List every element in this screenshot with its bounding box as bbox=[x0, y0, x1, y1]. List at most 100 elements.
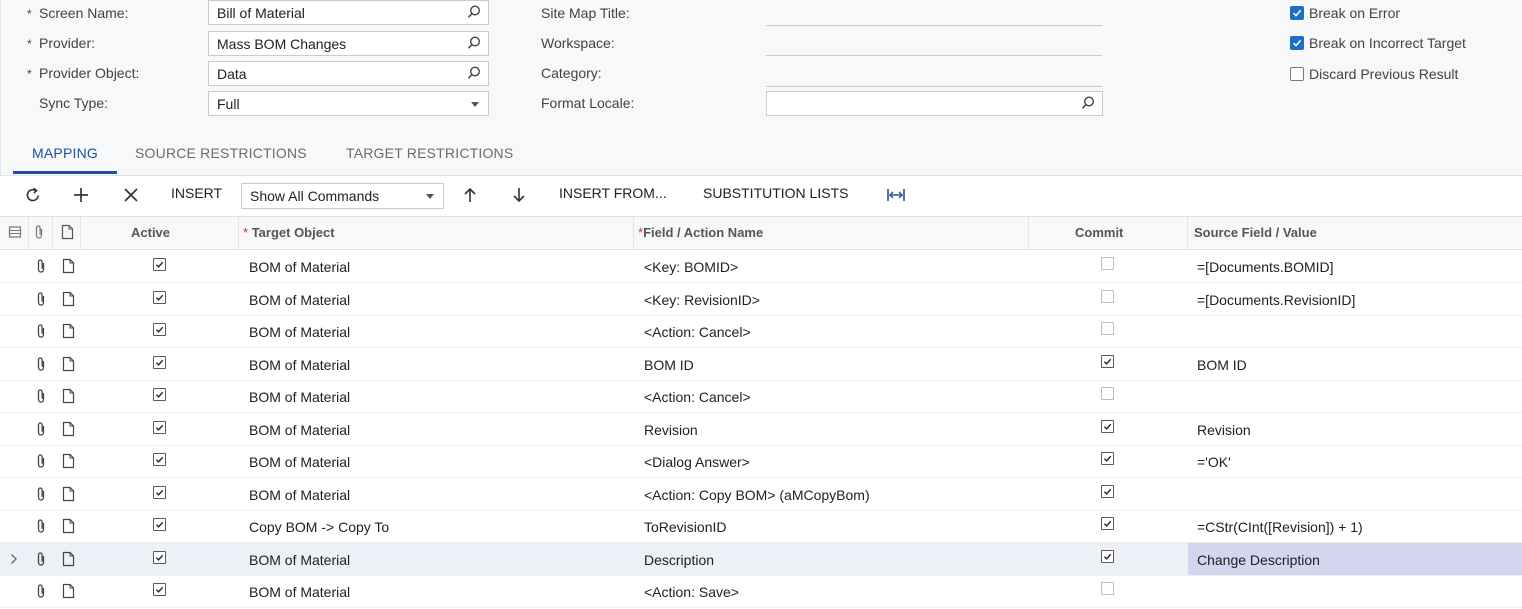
search-icon[interactable] bbox=[466, 35, 482, 51]
active-checkbox[interactable] bbox=[153, 258, 166, 271]
tab-target-restrictions[interactable]: TARGET RESTRICTIONS bbox=[346, 145, 513, 161]
source-field-value-cell[interactable]: =[Documents.RevisionID] bbox=[1197, 292, 1355, 308]
note-icon[interactable] bbox=[62, 421, 75, 437]
field-action-name-cell[interactable]: <Action: Save> bbox=[644, 584, 739, 600]
field-action-name-cell[interactable]: <Key: BOMID> bbox=[644, 259, 738, 275]
column-header-target-object[interactable]: * Target Object bbox=[243, 225, 335, 240]
arrow-down-icon[interactable] bbox=[510, 186, 528, 204]
target-object-cell[interactable]: BOM of Material bbox=[249, 552, 350, 568]
attachment-icon[interactable] bbox=[35, 551, 47, 567]
table-row[interactable]: BOM of Material Revision Revision bbox=[0, 413, 1522, 446]
attachment-icon[interactable] bbox=[35, 388, 47, 404]
discard-previous-result-checkbox[interactable]: Discard Previous Result bbox=[1290, 66, 1458, 82]
commit-checkbox[interactable] bbox=[1101, 354, 1114, 368]
column-header-active[interactable]: Active bbox=[131, 225, 170, 240]
commit-checkbox[interactable] bbox=[1101, 387, 1114, 400]
tab-mapping[interactable]: MAPPING bbox=[32, 145, 98, 161]
substitution-lists-button[interactable]: SUBSTITUTION LISTS bbox=[703, 185, 848, 201]
search-icon[interactable] bbox=[1080, 95, 1096, 111]
target-object-cell[interactable]: BOM of Material bbox=[249, 487, 350, 503]
table-row[interactable]: BOM of Material Description Change Descrip… bbox=[0, 542, 1522, 576]
field-action-name-cell[interactable]: <Key: RevisionID> bbox=[644, 292, 760, 308]
commit-checkbox[interactable] bbox=[1101, 289, 1114, 303]
table-row[interactable]: BOM of Material <Action: Save> bbox=[0, 575, 1522, 608]
active-checkbox[interactable] bbox=[153, 323, 166, 336]
attachment-icon[interactable] bbox=[35, 258, 47, 274]
refresh-icon[interactable] bbox=[24, 186, 42, 204]
commit-checkbox[interactable] bbox=[1101, 452, 1114, 465]
target-object-cell[interactable]: BOM of Material bbox=[249, 584, 350, 600]
attachment-icon[interactable] bbox=[35, 518, 47, 534]
column-header-source-field-value[interactable]: Source Field / Value bbox=[1194, 225, 1317, 240]
field-action-name-cell[interactable]: <Action: Cancel> bbox=[644, 389, 751, 405]
target-object-cell[interactable]: BOM of Material bbox=[249, 357, 350, 373]
commit-checkbox[interactable] bbox=[1101, 322, 1114, 335]
row-selector-icon[interactable] bbox=[8, 225, 22, 239]
table-row[interactable]: BOM of Material <Action: Cancel> bbox=[0, 380, 1522, 413]
active-checkbox[interactable] bbox=[153, 290, 166, 304]
column-header-commit[interactable]: Commit bbox=[1075, 225, 1123, 240]
active-checkbox[interactable] bbox=[153, 550, 166, 564]
note-icon[interactable] bbox=[62, 323, 75, 339]
source-field-value-cell[interactable]: =[Documents.BOMID] bbox=[1197, 259, 1334, 275]
source-field-value-cell[interactable]: BOM ID bbox=[1197, 357, 1247, 373]
note-icon[interactable] bbox=[62, 453, 75, 469]
commit-checkbox[interactable] bbox=[1101, 517, 1114, 530]
table-row[interactable]: BOM of Material <Key: BOMID> =[Documents.B… bbox=[0, 250, 1522, 283]
active-checkbox[interactable] bbox=[153, 518, 166, 531]
provider-field[interactable]: Mass BOM Changes bbox=[208, 31, 489, 56]
provider-object-field[interactable]: Data bbox=[208, 61, 489, 86]
source-field-value-cell[interactable]: Revision bbox=[1197, 422, 1251, 438]
field-action-name-cell[interactable]: <Action: Copy BOM> (aMCopyBom) bbox=[644, 487, 870, 503]
table-row[interactable]: BOM of Material <Dialog Answer> ='OK' bbox=[0, 445, 1522, 478]
commands-filter-select[interactable]: Show All Commands bbox=[241, 183, 444, 209]
table-row[interactable]: BOM of Material BOM ID BOM ID bbox=[0, 348, 1522, 381]
column-header-field-action-name[interactable]: *Field / Action Name bbox=[638, 225, 763, 240]
attachment-icon[interactable] bbox=[35, 583, 47, 599]
fit-columns-icon[interactable] bbox=[886, 186, 906, 204]
field-action-name-cell[interactable]: ToRevisionID bbox=[644, 519, 726, 535]
active-checkbox[interactable] bbox=[153, 420, 166, 434]
delete-row-icon[interactable] bbox=[122, 186, 140, 204]
source-field-value-cell[interactable]: Change Description bbox=[1197, 552, 1320, 568]
category-field[interactable] bbox=[766, 86, 1102, 87]
attachment-icon[interactable] bbox=[35, 421, 47, 437]
tab-source-restrictions[interactable]: SOURCE RESTRICTIONS bbox=[135, 145, 307, 161]
commit-checkbox[interactable] bbox=[1101, 419, 1114, 433]
note-icon[interactable] bbox=[62, 518, 75, 534]
search-icon[interactable] bbox=[466, 65, 482, 81]
source-field-value-cell[interactable]: =CStr(CInt([Revision]) + 1) bbox=[1197, 519, 1363, 535]
search-icon[interactable] bbox=[466, 4, 482, 20]
workspace-field[interactable] bbox=[766, 55, 1102, 56]
target-object-cell[interactable]: BOM of Material bbox=[249, 454, 350, 470]
note-icon[interactable] bbox=[62, 583, 75, 599]
target-object-cell[interactable]: Copy BOM -> Copy To bbox=[249, 519, 389, 535]
insert-from-button[interactable]: INSERT FROM... bbox=[559, 185, 667, 201]
source-field-value-cell[interactable]: ='OK' bbox=[1197, 454, 1231, 470]
active-checkbox[interactable] bbox=[153, 453, 166, 466]
break-on-incorrect-target-checkbox[interactable]: Break on Incorrect Target bbox=[1290, 35, 1466, 51]
table-row[interactable]: BOM of Material <Key: RevisionID> =[Docume… bbox=[0, 283, 1522, 316]
target-object-cell[interactable]: BOM of Material bbox=[249, 324, 350, 340]
active-checkbox[interactable] bbox=[153, 388, 166, 401]
attachment-icon[interactable] bbox=[35, 453, 47, 469]
table-row[interactable]: BOM of Material <Action: Copy BOM> (aMCop… bbox=[0, 478, 1522, 511]
commit-checkbox[interactable] bbox=[1101, 484, 1114, 498]
site-map-title-field[interactable] bbox=[766, 25, 1102, 26]
note-icon[interactable] bbox=[62, 551, 75, 567]
target-object-cell[interactable]: BOM of Material bbox=[249, 422, 350, 438]
target-object-cell[interactable]: BOM of Material bbox=[249, 389, 350, 405]
note-icon[interactable] bbox=[62, 291, 75, 307]
attachment-icon[interactable] bbox=[35, 486, 47, 502]
active-checkbox[interactable] bbox=[153, 583, 166, 596]
active-checkbox[interactable] bbox=[153, 355, 166, 369]
field-action-name-cell[interactable]: Description bbox=[644, 552, 714, 568]
commit-checkbox[interactable] bbox=[1101, 549, 1114, 563]
insert-button[interactable]: INSERT bbox=[171, 185, 222, 201]
field-action-name-cell[interactable]: Revision bbox=[644, 422, 698, 438]
break-on-error-checkbox[interactable]: Break on Error bbox=[1290, 5, 1400, 21]
table-row[interactable]: BOM of Material <Action: Cancel> bbox=[0, 315, 1522, 348]
note-icon[interactable] bbox=[62, 486, 75, 502]
note-icon[interactable] bbox=[62, 258, 75, 274]
commit-checkbox[interactable] bbox=[1101, 257, 1114, 270]
